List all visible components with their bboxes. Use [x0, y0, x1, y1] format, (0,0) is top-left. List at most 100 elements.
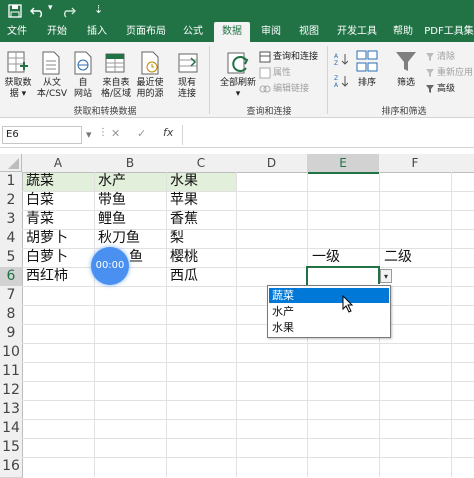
undo-dropdown-icon[interactable]: ▾ — [48, 3, 53, 13]
queries-connections-button[interactable]: 查询和连接 — [273, 51, 318, 63]
web-icon[interactable] — [72, 50, 94, 76]
cell-c6[interactable]: 西瓜 — [167, 267, 198, 286]
cell-c3[interactable]: 香蕉 — [167, 210, 198, 229]
row-header-13[interactable]: 13 — [0, 400, 23, 420]
advanced-filter-icon — [426, 85, 434, 93]
cell-b2[interactable]: 带鱼 — [95, 191, 126, 210]
cell-c4[interactable]: 梨 — [167, 229, 184, 248]
cell-f5[interactable]: 二级 — [381, 248, 412, 267]
sort-button[interactable]: 排序 — [352, 78, 382, 89]
cell-a1[interactable]: 蔬菜 — [23, 172, 54, 191]
name-box[interactable]: E6 — [2, 126, 82, 144]
recent-sources-icon[interactable] — [139, 50, 161, 76]
row-header-15[interactable]: 15 — [0, 438, 23, 458]
formula-options-icon[interactable]: ⋮ — [98, 127, 108, 138]
cell-b3[interactable]: 鲤鱼 — [95, 210, 126, 229]
clear-button[interactable]: 清除 — [437, 51, 455, 63]
tab-page-layout[interactable]: 页面布局 — [120, 22, 172, 42]
row-header-9[interactable]: 9 — [0, 324, 23, 344]
row-header-2[interactable]: 2 — [0, 191, 23, 211]
row-header-7[interactable]: 7 — [0, 286, 23, 306]
dropdown-option-vegetables[interactable]: 蔬菜 — [269, 288, 389, 303]
row-header-14[interactable]: 14 — [0, 419, 23, 439]
existing-connections-icon[interactable] — [177, 50, 199, 76]
get-data-button[interactable]: 获取数 据 ▾ — [0, 78, 36, 100]
dropdown-option-seafood[interactable]: 水产 — [269, 304, 389, 319]
tab-home[interactable]: 开始 — [40, 22, 74, 42]
edit-links-button[interactable]: 编辑链接 — [273, 83, 309, 95]
sort-icon[interactable] — [356, 50, 378, 74]
column-header-c[interactable]: C — [166, 154, 237, 173]
from-text-csv-button[interactable]: 从文 本/CSV — [33, 78, 71, 100]
tab-view[interactable]: 视图 — [292, 22, 326, 42]
undo-icon[interactable] — [30, 4, 46, 18]
cell-a5[interactable]: 白萝卜 — [23, 248, 68, 267]
worksheet-grid[interactable]: A B C D E F 1 2 3 4 5 6 7 8 9 10 11 12 1… — [0, 154, 474, 478]
dropdown-option-fruit[interactable]: 水果 — [269, 320, 389, 335]
row-header-12[interactable]: 12 — [0, 381, 23, 401]
tab-review[interactable]: 审阅 — [254, 22, 288, 42]
cell-a2[interactable]: 白菜 — [23, 191, 54, 210]
existing-connections-button[interactable]: 现有 连接 — [172, 78, 202, 100]
cancel-icon[interactable]: ✕ — [111, 127, 120, 140]
tab-help[interactable]: 帮助 — [386, 22, 420, 42]
formula-input[interactable] — [182, 125, 474, 145]
refresh-all-button[interactable]: 全部刷新 ▾ — [212, 78, 264, 100]
cell-a6[interactable]: 西红柿 — [23, 267, 68, 286]
column-header-f[interactable]: F — [379, 154, 452, 173]
table-range-icon[interactable] — [104, 50, 126, 76]
row-header-3[interactable]: 3 — [0, 210, 23, 230]
row-header-4[interactable]: 4 — [0, 229, 23, 249]
get-data-icon[interactable] — [6, 50, 30, 76]
confirm-icon[interactable]: ✓ — [137, 127, 146, 140]
tab-data[interactable]: 数据 — [214, 22, 250, 42]
recording-timer-badge[interactable]: 00:00 — [91, 247, 129, 285]
column-header-a[interactable]: A — [22, 154, 95, 173]
row-header-6[interactable]: 6 — [0, 267, 23, 287]
tab-pdf-tools[interactable]: PDF工具集 — [424, 22, 474, 42]
row-header-5[interactable]: 5 — [0, 248, 23, 268]
column-header-d[interactable]: D — [236, 154, 308, 173]
cell-c5[interactable]: 樱桃 — [167, 248, 198, 267]
from-web-button[interactable]: 自 网站 — [68, 78, 98, 100]
cell-b1[interactable]: 水产 — [95, 172, 126, 191]
group-separator — [209, 46, 210, 114]
redo-icon[interactable] — [62, 4, 76, 18]
select-all-corner[interactable] — [0, 154, 22, 172]
customize-toolbar-icon[interactable]: ⇣ — [94, 3, 103, 16]
tab-developer[interactable]: 开发工具 — [332, 22, 382, 42]
cell-a3[interactable]: 青菜 — [23, 210, 54, 229]
cell-e5[interactable]: 一级 — [309, 248, 340, 267]
tab-file[interactable]: 文件 — [2, 22, 32, 42]
filter-button[interactable]: 筛选 — [390, 78, 422, 89]
row-header-1[interactable]: 1 — [0, 172, 23, 192]
active-cell-e6[interactable] — [306, 266, 380, 287]
insert-function-icon[interactable]: fx — [163, 126, 173, 139]
row-header-8[interactable]: 8 — [0, 305, 23, 325]
tab-insert[interactable]: 插入 — [80, 22, 114, 42]
properties-button[interactable]: 属性 — [273, 67, 291, 79]
sort-az-icon[interactable]: A Z — [334, 52, 348, 66]
column-header-b[interactable]: B — [94, 154, 167, 173]
save-icon[interactable] — [8, 4, 22, 18]
from-table-button[interactable]: 来自表 格/区域 — [98, 78, 134, 100]
cell-a4[interactable]: 胡萝卜 — [23, 229, 68, 248]
row-header-16[interactable]: 16 — [0, 457, 23, 478]
sort-za-icon[interactable]: Z A — [334, 74, 348, 88]
recent-sources-button[interactable]: 最近使 用的源 — [132, 78, 168, 100]
list-dropdown-button[interactable]: ▾ — [380, 269, 392, 283]
cell-c2[interactable]: 苹果 — [167, 191, 198, 210]
advanced-button[interactable]: 高级 — [437, 83, 455, 95]
reapply-button[interactable]: 重新应用 — [437, 67, 473, 79]
name-box-dropdown-icon[interactable]: ▾ — [86, 128, 92, 141]
refresh-icon[interactable] — [225, 50, 251, 76]
text-file-icon[interactable] — [40, 50, 62, 76]
column-header-e[interactable]: E — [307, 154, 380, 174]
tab-formulas[interactable]: 公式 — [176, 22, 210, 42]
column-header-g[interactable] — [451, 154, 474, 173]
cell-c1[interactable]: 水果 — [167, 172, 198, 191]
row-header-10[interactable]: 10 — [0, 343, 23, 363]
filter-icon[interactable] — [395, 50, 417, 74]
row-header-11[interactable]: 11 — [0, 362, 23, 382]
cell-b4[interactable]: 秋刀鱼 — [95, 229, 140, 248]
